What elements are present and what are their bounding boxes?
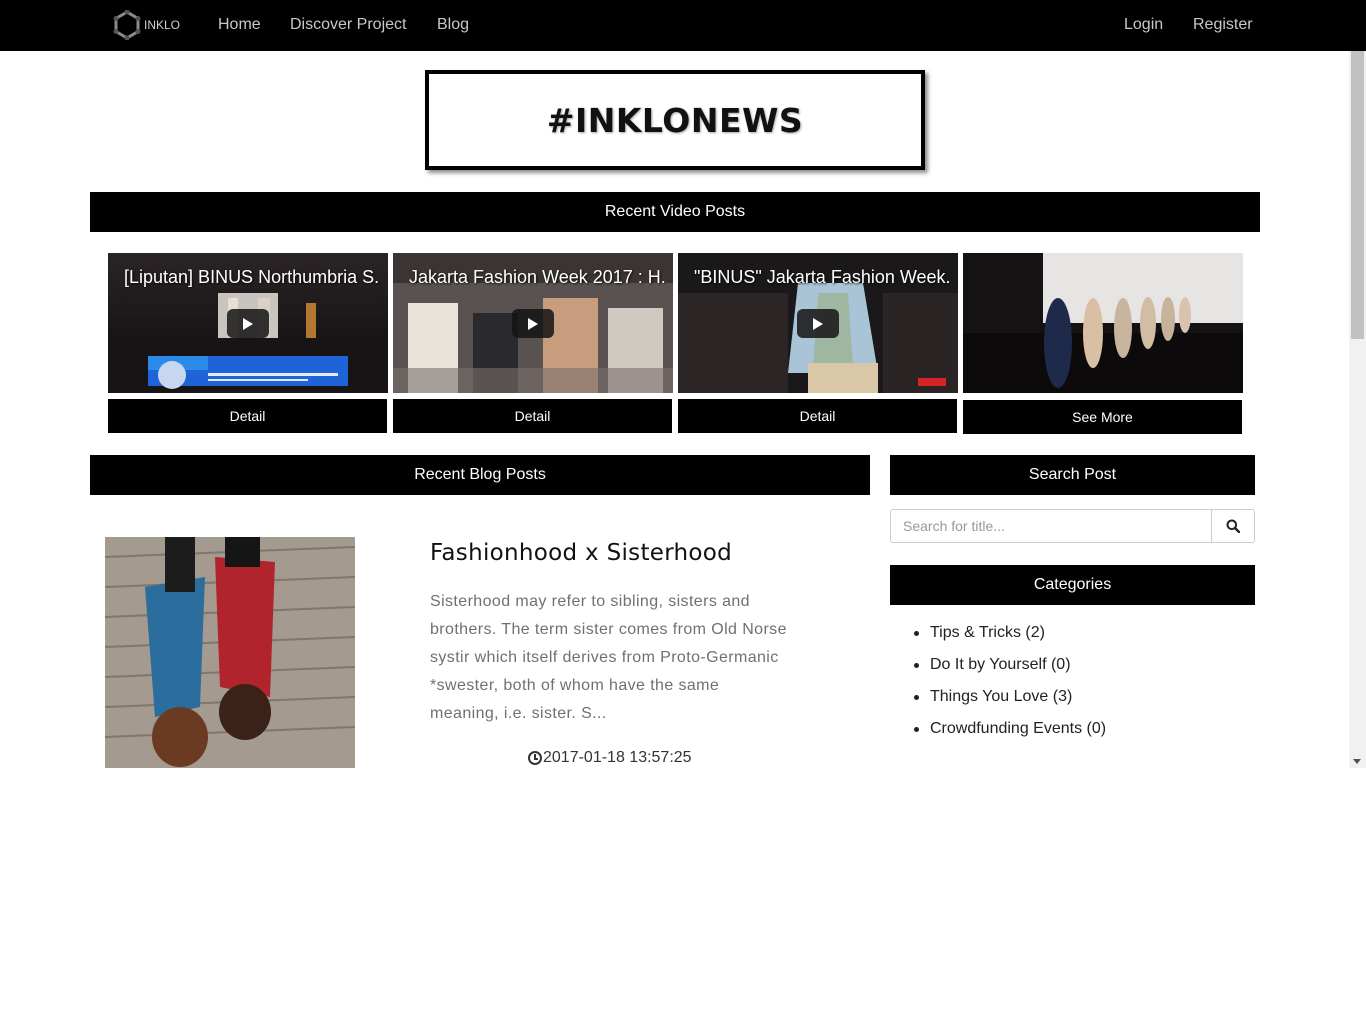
blog-post-title[interactable]: Fashionhood x Sisterhood bbox=[430, 540, 732, 566]
blog-post-photo bbox=[105, 537, 355, 768]
page-title: #INKLONEWS bbox=[546, 100, 804, 140]
play-icon[interactable] bbox=[227, 309, 269, 338]
video-detail-button-3[interactable]: Detail bbox=[678, 399, 957, 433]
nav-blog[interactable]: Blog bbox=[437, 15, 469, 35]
blog-post-excerpt: Sisterhood may refer to sibling, sisters… bbox=[430, 593, 787, 722]
recent-blog-posts-title: Recent Blog Posts bbox=[414, 466, 546, 483]
video-card-3[interactable]: "BINUS" Jakarta Fashion Week.. bbox=[678, 253, 958, 393]
recent-video-posts-header: Recent Video Posts bbox=[90, 192, 1260, 232]
recent-blog-posts-header: Recent Blog Posts bbox=[90, 455, 870, 495]
video-detail-button-2[interactable]: Detail bbox=[393, 399, 672, 433]
video-title-2: Jakarta Fashion Week 2017 : H.. bbox=[409, 267, 665, 287]
video-card-1[interactable]: [Liputan] BINUS Northumbria S.. bbox=[108, 253, 388, 393]
play-icon[interactable] bbox=[797, 309, 839, 338]
category-item-tips-tricks[interactable]: Tips & Tricks (2) bbox=[912, 617, 1106, 649]
search-icon bbox=[1226, 519, 1240, 533]
nav-home[interactable]: Home bbox=[218, 15, 261, 35]
category-item-do-it-by-yourself[interactable]: Do It by Yourself (0) bbox=[912, 649, 1106, 681]
search-post-header: Search Post bbox=[890, 455, 1255, 495]
inklo-logo[interactable]: INKLO bbox=[112, 9, 182, 41]
video-detail-button-1[interactable]: Detail bbox=[108, 399, 387, 433]
categories-list: Tips & Tricks (2) Do It by Yourself (0) … bbox=[912, 617, 1106, 745]
logo-text: INKLO bbox=[144, 18, 181, 32]
inklo-logo-icon bbox=[113, 10, 141, 40]
scroll-down-arrow-icon[interactable] bbox=[1353, 759, 1361, 764]
category-item-things-you-love[interactable]: Things You Love (3) bbox=[912, 681, 1106, 713]
blog-post-date-text: 2017-01-18 13:57:25 bbox=[543, 749, 692, 766]
nav-discover-project[interactable]: Discover Project bbox=[290, 15, 406, 35]
page-scrollbar[interactable] bbox=[1349, 51, 1366, 768]
blog-post-image[interactable] bbox=[105, 537, 355, 768]
see-more-button[interactable]: See More bbox=[963, 400, 1242, 434]
video-title-3: "BINUS" Jakarta Fashion Week.. bbox=[694, 267, 950, 287]
nav-register[interactable]: Register bbox=[1193, 15, 1253, 35]
recent-video-posts-title: Recent Video Posts bbox=[604, 203, 746, 220]
runway-thumbnail bbox=[963, 253, 1243, 393]
search-group bbox=[890, 509, 1255, 543]
video-card-see-more[interactable] bbox=[963, 253, 1243, 393]
scrollbar-thumb[interactable] bbox=[1351, 51, 1364, 339]
blog-post-date: 2017-01-18 13:57:25 bbox=[528, 749, 692, 767]
video-card-2[interactable]: Jakarta Fashion Week 2017 : H.. bbox=[393, 253, 673, 393]
categories-title: Categories bbox=[1033, 576, 1112, 593]
nav-login[interactable]: Login bbox=[1124, 15, 1163, 35]
search-post-title: Search Post bbox=[1028, 466, 1117, 483]
category-item-crowdfunding-events[interactable]: Crowdfunding Events (0) bbox=[912, 713, 1106, 745]
search-button[interactable] bbox=[1211, 510, 1254, 542]
top-navbar: INKLO Home Discover Project Blog Login R… bbox=[0, 0, 1366, 51]
search-input[interactable] bbox=[891, 510, 1211, 542]
play-icon[interactable] bbox=[512, 309, 554, 338]
hero-title-box: #INKLONEWS bbox=[425, 70, 925, 170]
video-title-1: [Liputan] BINUS Northumbria S.. bbox=[124, 267, 380, 287]
categories-header: Categories bbox=[890, 565, 1255, 605]
clock-icon bbox=[528, 751, 542, 765]
